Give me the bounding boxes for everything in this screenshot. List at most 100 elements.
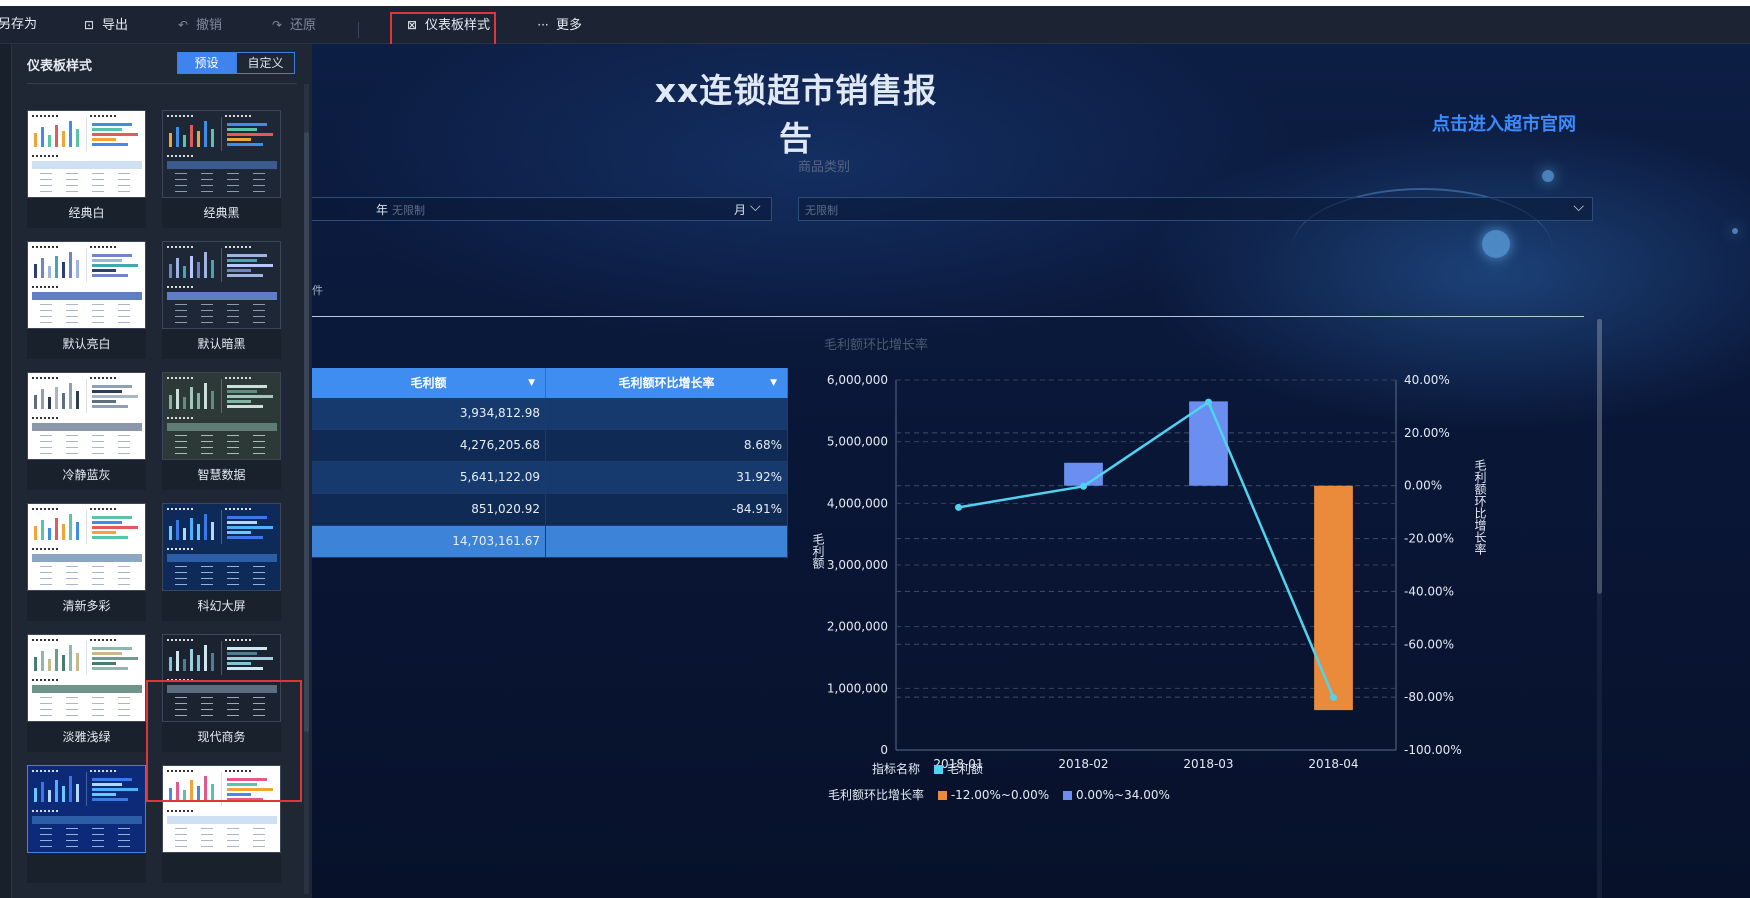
legend-label: 指标名称 [872, 762, 921, 776]
theme-label [162, 853, 281, 883]
panel-rail [0, 44, 12, 898]
theme-label: 冷静蓝灰 [27, 460, 146, 490]
table-cell: 5,641,122.09 [312, 462, 546, 493]
theme-preview [27, 634, 146, 722]
save-as-button[interactable]: 另存为 [0, 15, 37, 35]
gross-profit-point[interactable] [1080, 482, 1087, 490]
tab-custom[interactable]: 自定义 [236, 52, 295, 74]
table-cell: 3,934,812.98 [312, 398, 546, 429]
y-tick-label: 3,000,000 [827, 558, 888, 572]
export-button[interactable]: ⊡ 导出 [82, 15, 128, 35]
gross-profit-point[interactable] [1330, 694, 1337, 702]
y-tick-label: 0 [880, 743, 888, 757]
theme-card[interactable]: 冷静蓝灰 [27, 372, 146, 491]
background-light [1542, 170, 1554, 182]
year-label: 年 [376, 203, 389, 217]
theme-label: 淡雅浅绿 [27, 722, 146, 752]
growth-bar[interactable] [1189, 401, 1228, 486]
y-tick-label: 5,000,000 [827, 435, 888, 449]
undo-icon: ↶ [177, 18, 189, 32]
theme-card[interactable]: 淡雅浅绿 [27, 634, 146, 753]
theme-label: 经典白 [27, 198, 146, 228]
sort-caret-icon[interactable]: ▼ [528, 368, 535, 398]
theme-card[interactable]: 经典黑 [162, 110, 281, 229]
gross-profit-point[interactable] [1205, 398, 1212, 406]
gross-profit-line [958, 400, 1335, 699]
background-light [1482, 230, 1510, 258]
truncated-label: 件 [312, 284, 323, 297]
tab-preset[interactable]: 预设 [177, 52, 236, 74]
table-cell: 4,276,205.68 [312, 430, 546, 461]
x-tick-label: 2018-04 [1308, 757, 1358, 771]
date-filter[interactable]: 年 无限制 月 ⌵ [312, 197, 772, 221]
legend-row-indicator: 指标名称 毛利额 [872, 760, 983, 777]
y-tick-label: 1,000,000 [827, 681, 888, 695]
legend-item[interactable]: -12.00%~0.00% [951, 788, 1049, 802]
x-tick-label: 2018-02 [1058, 757, 1108, 771]
toolbar-separator [358, 22, 359, 38]
background-light [1732, 228, 1738, 234]
chart-title: 毛利额环比增长率 [824, 338, 929, 353]
y2-tick-label: -100.00% [1404, 743, 1462, 757]
y2-tick-label: 0.00% [1404, 479, 1442, 493]
category-filter-select[interactable]: 无限制 ⌵ [798, 197, 1593, 221]
date-filter-placeholder: 无限制 [392, 204, 425, 217]
legend-item[interactable]: 毛利额 [947, 762, 983, 776]
dashboard-scroll-thumb[interactable] [1597, 319, 1602, 594]
table-cell: 31.92% [546, 462, 788, 493]
table-row: 851,020.92 -84.91% [312, 494, 788, 526]
undo-button[interactable]: ↶ 撤销 [176, 15, 222, 35]
theme-card[interactable]: 科幻大屏 [162, 503, 281, 622]
table-cell: 8.68% [546, 430, 788, 461]
y2-tick-label: -60.00% [1404, 637, 1454, 651]
column-header-growth-rate[interactable]: 毛利额环比增长率 ▼ [546, 368, 788, 398]
growth-bar[interactable] [1064, 462, 1103, 486]
supermarket-website-link[interactable]: 点击进入超市官网 [1432, 110, 1576, 136]
theme-card[interactable]: 默认亮白 [27, 241, 146, 360]
table-header: 毛利额 ▼ 毛利额环比增长率 ▼ [312, 368, 788, 398]
panel-scrollbar[interactable] [304, 84, 309, 894]
panel-title: 仪表板样式 [27, 59, 93, 74]
y-tick-label: 2,000,000 [827, 620, 888, 634]
month-label: 月 [734, 203, 747, 217]
table-row: 5,641,122.09 31.92% [312, 462, 788, 494]
theme-label: 智慧数据 [162, 460, 281, 490]
legend-label: 毛利额环比增长率 [828, 788, 925, 802]
theme-card[interactable]: 默认暗黑 [162, 241, 281, 360]
theme-card[interactable]: 智慧数据 [162, 372, 281, 491]
section-divider [312, 316, 1584, 317]
preset-custom-toggle: 预设 自定义 [177, 52, 295, 74]
y-tick-label: 6,000,000 [827, 373, 888, 387]
y2-tick-label: 20.00% [1404, 426, 1450, 440]
highlight-box-style-button [390, 12, 496, 46]
table-total-row: 14,703,161.67 [312, 526, 788, 558]
theme-preview [27, 241, 146, 329]
column-header-gross-profit[interactable]: 毛利额 ▼ [312, 368, 546, 398]
y-tick-label: 4,000,000 [827, 496, 888, 510]
table-cell: -84.91% [546, 494, 788, 525]
category-filter-placeholder: 无限制 [805, 204, 838, 217]
theme-card[interactable] [27, 765, 146, 884]
dashboard-scrollbar[interactable] [1597, 319, 1602, 898]
chevron-down-icon[interactable]: ⌵ [1573, 199, 1584, 215]
legend-item[interactable]: 0.00%~34.00% [1076, 788, 1170, 802]
gross-profit-point[interactable] [955, 503, 962, 511]
highlight-box-selected-theme [146, 680, 302, 802]
table-total-cell: 14,703,161.67 [312, 526, 546, 557]
y2-axis-title: 毛利额环比增长率 [1473, 459, 1487, 555]
chevron-down-icon[interactable]: ⌵ [750, 199, 761, 215]
redo-button[interactable]: ↷ 还原 [270, 15, 316, 35]
theme-card[interactable]: 经典白 [27, 110, 146, 229]
theme-preview [162, 110, 281, 198]
theme-label: 默认暗黑 [162, 329, 281, 359]
theme-preview [27, 372, 146, 460]
panel-scroll-thumb[interactable] [304, 132, 309, 732]
sort-caret-icon[interactable]: ▼ [770, 368, 777, 398]
table-cell [546, 398, 788, 429]
theme-card[interactable]: 清新多彩 [27, 503, 146, 622]
table-total-cell [546, 526, 788, 557]
table-cell: 851,020.92 [312, 494, 546, 525]
more-button[interactable]: ··· 更多 [536, 15, 582, 35]
theme-preview [27, 110, 146, 198]
growth-bar[interactable] [1314, 485, 1353, 711]
